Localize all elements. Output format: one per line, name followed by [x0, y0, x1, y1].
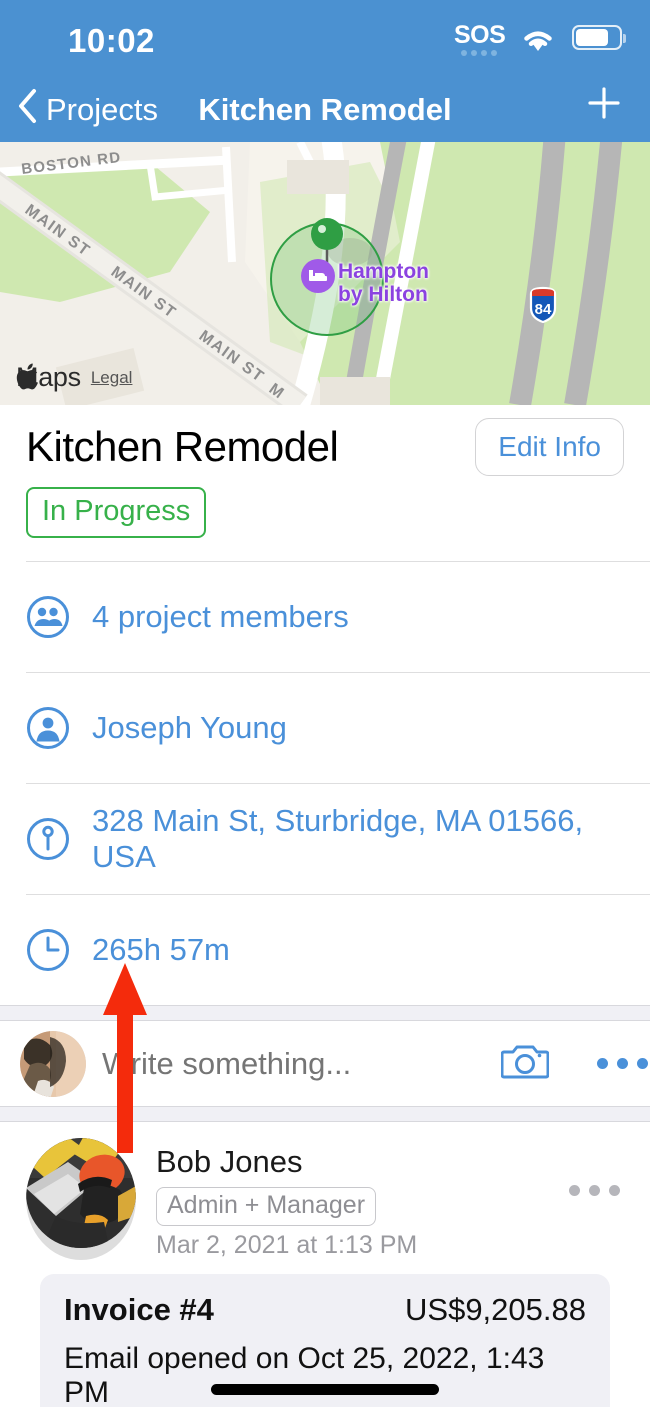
phone-screen: 10:02 SOS Projects Kitchen Remodel 84 BO…	[0, 0, 650, 1407]
legal-link[interactable]: Legal	[91, 368, 133, 388]
row-project-owner[interactable]: Joseph Young	[26, 672, 650, 783]
apple-logo-icon	[16, 363, 38, 390]
title-row: Kitchen Remodel Edit Info	[0, 405, 650, 483]
comment-input[interactable]	[102, 1045, 501, 1082]
row-label: 265h 57m	[92, 932, 230, 967]
sos-label: SOS	[454, 21, 506, 49]
clock-icon	[26, 928, 70, 972]
post-header: Bob Jones Admin + Manager Mar 2, 2021 at…	[26, 1138, 624, 1260]
project-info-rows: 4 project members Joseph Young 328 Main …	[0, 561, 650, 1005]
comment-post: Bob Jones Admin + Manager Mar 2, 2021 at…	[0, 1122, 650, 1407]
sos-indicator: SOS	[454, 21, 506, 56]
status-bar-time: 10:02	[68, 22, 155, 59]
project-detail: Kitchen Remodel Edit Info In Progress 4 …	[0, 405, 650, 1407]
avatar	[20, 1030, 86, 1097]
home-indicator	[211, 1384, 439, 1395]
status-bar-indicators: SOS	[454, 21, 626, 59]
row-label: Joseph Young	[92, 710, 287, 745]
ellipsis-icon[interactable]	[597, 1058, 648, 1069]
plus-icon	[588, 87, 620, 119]
role-badge: Admin + Manager	[156, 1187, 377, 1226]
invoice-title: Invoice #4	[64, 1292, 214, 1327]
section-separator	[0, 1005, 650, 1021]
post-author: Bob Jones	[156, 1144, 303, 1179]
post-more-ellipsis-icon[interactable]	[569, 1185, 620, 1196]
invoice-amount: US$9,205.88	[405, 1292, 586, 1327]
row-project-address[interactable]: 328 Main St, Sturbridge, MA 01566, USA	[26, 783, 650, 894]
edit-info-button[interactable]: Edit Info	[475, 418, 624, 476]
row-label: 328 Main St, Sturbridge, MA 01566, USA	[92, 803, 584, 874]
comment-composer	[0, 1021, 650, 1106]
post-timestamp: Mar 2, 2021 at 1:13 PM	[156, 1231, 418, 1259]
map-poi-label-line1: Hampton	[338, 260, 429, 283]
invoice-subtitle: Email opened on Oct 25, 2022, 1:43 PM	[64, 1342, 545, 1407]
section-separator	[0, 1106, 650, 1122]
apple-maps-attribution: Maps Legal	[16, 362, 132, 393]
invoice-header: Invoice #4 US$9,205.88	[64, 1292, 586, 1328]
row-label: 4 project members	[92, 599, 349, 634]
battery-icon	[572, 25, 626, 50]
map-pin-circle-icon	[26, 817, 70, 861]
wifi-icon	[518, 24, 558, 59]
row-project-members[interactable]: 4 project members	[26, 561, 650, 672]
map-poi-label: Hampton by Hilton	[338, 260, 429, 306]
status-badge: In Progress	[26, 487, 207, 538]
avatar	[26, 1138, 136, 1260]
people-group-icon	[26, 595, 70, 639]
page-title: Kitchen Remodel	[198, 92, 452, 127]
svg-text:84: 84	[535, 301, 552, 318]
post-meta: Bob Jones Admin + Manager Mar 2, 2021 at…	[156, 1138, 417, 1260]
navigation-bar: Projects Kitchen Remodel	[0, 78, 650, 142]
signal-dots-icon	[454, 50, 504, 56]
row-project-time[interactable]: 265h 57m	[26, 894, 650, 1005]
person-circle-icon	[26, 706, 70, 750]
camera-icon[interactable]	[500, 1041, 550, 1086]
status-bar: 10:02 SOS	[0, 0, 650, 78]
map-preview[interactable]: 84 BOSTON RD MAIN ST MAIN ST MAIN ST M H…	[0, 142, 650, 405]
map-poi-label-line2: by Hilton	[338, 283, 428, 306]
add-button[interactable]	[584, 83, 624, 130]
